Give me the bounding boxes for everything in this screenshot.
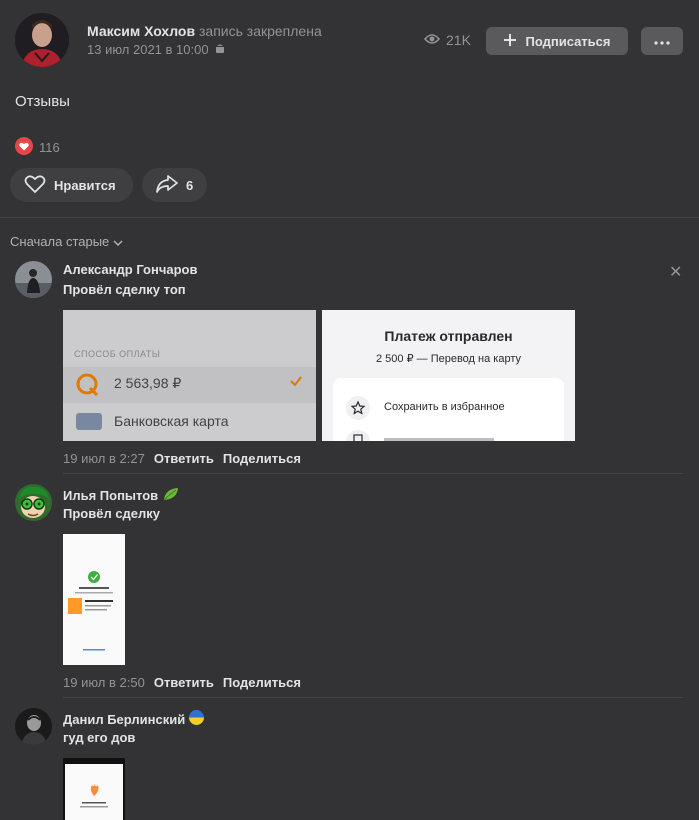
comment-text: Провёл сделку топ [63,282,186,297]
subscribe-label: Подписаться [525,33,611,49]
comment-date[interactable]: 19 июл в 2:50 [63,675,145,690]
comment-text: Провёл сделку [63,506,161,521]
post-author-name[interactable]: Максим Хохлов [87,23,195,39]
heart-icon [24,174,46,197]
leaf-emoji-icon [162,486,180,505]
post-date-line: 13 июл 2021 в 10:00 [87,42,225,57]
post-author-line: Максим Хохлов запись закреплена [87,23,322,39]
subscribe-button[interactable]: Подписаться [486,27,628,55]
comment-divider [63,473,683,474]
post-divider [0,217,699,218]
comment-meta: 19 июл в 2:50 Ответить Поделиться [63,675,301,690]
comment-date[interactable]: 19 июл в 2:27 [63,451,145,466]
reply-button[interactable]: Ответить [154,451,214,466]
share-icon [156,174,178,196]
comment-author-name[interactable]: Александр Гончаров [63,262,197,277]
ukraine-flag-icon [189,710,205,728]
post-date[interactable]: 13 июл 2021 в 10:00 [87,42,209,57]
views-counter: 21K [423,32,471,48]
pinned-label: запись закреплена [198,23,322,39]
share-comment-button[interactable]: Поделиться [223,675,301,690]
post-author-avatar[interactable] [15,13,69,67]
comment-attachment-image[interactable]: Платеж отправлен 2 500 ₽ — Перевод на ка… [322,310,575,441]
comment-author-text: Александр Гончаров [63,262,198,277]
plus-icon [503,33,517,50]
comment-author-avatar[interactable] [15,708,52,745]
comment-author-text: Илья Попытов [63,488,159,503]
comment-attachment-image[interactable] [63,534,125,665]
reactions-summary[interactable]: 116 [15,137,60,158]
comment-divider [63,697,683,698]
share-button[interactable]: 6 [142,168,207,202]
share-count: 6 [186,177,194,193]
comment-author-avatar[interactable] [15,484,52,521]
comment-attachment-image[interactable] [63,758,125,820]
comment-author-avatar[interactable] [15,261,52,298]
attachment-title: Платеж отправлен [384,328,513,344]
star-icon [346,396,370,425]
attachment-subtitle: 2 500 ₽ — Перевод на карту [376,353,521,365]
comments-sort-dropdown[interactable]: Сначала старые [10,234,123,249]
more-options-button[interactable] [641,27,683,55]
heart-reaction-icon [15,137,33,158]
comment-author-text: Данил Берлинский [63,711,186,727]
attachment-action-label: Сохранить в избранное [384,401,505,413]
like-button[interactable]: Нравится [10,168,133,202]
reply-button[interactable]: Ответить [154,675,214,690]
views-count: 21K [446,32,471,48]
like-label: Нравится [54,177,116,193]
comment-attachment-image[interactable]: СПОСОБ ОПЛАТЫ 2 563,98 ₽ Банковская карт… [63,310,316,441]
comment-meta: 19 июл в 2:27 Ответить Поделиться [63,451,301,466]
share-comment-button[interactable]: Поделиться [223,451,301,466]
sort-label: Сначала старые [10,234,110,249]
comment-text: гуд его дов [63,730,136,745]
comment-author-name[interactable]: Илья Попытов [63,486,180,505]
android-icon [215,42,225,57]
post-text: Отзывы [15,93,70,110]
eye-icon [423,32,441,48]
document-icon [346,430,370,441]
more-dots-icon [654,32,670,50]
chevron-down-icon [113,234,123,249]
close-icon[interactable]: ✕ [669,262,682,282]
comment-author-name[interactable]: Данил Берлинский [63,710,205,728]
reaction-count: 116 [39,140,60,155]
